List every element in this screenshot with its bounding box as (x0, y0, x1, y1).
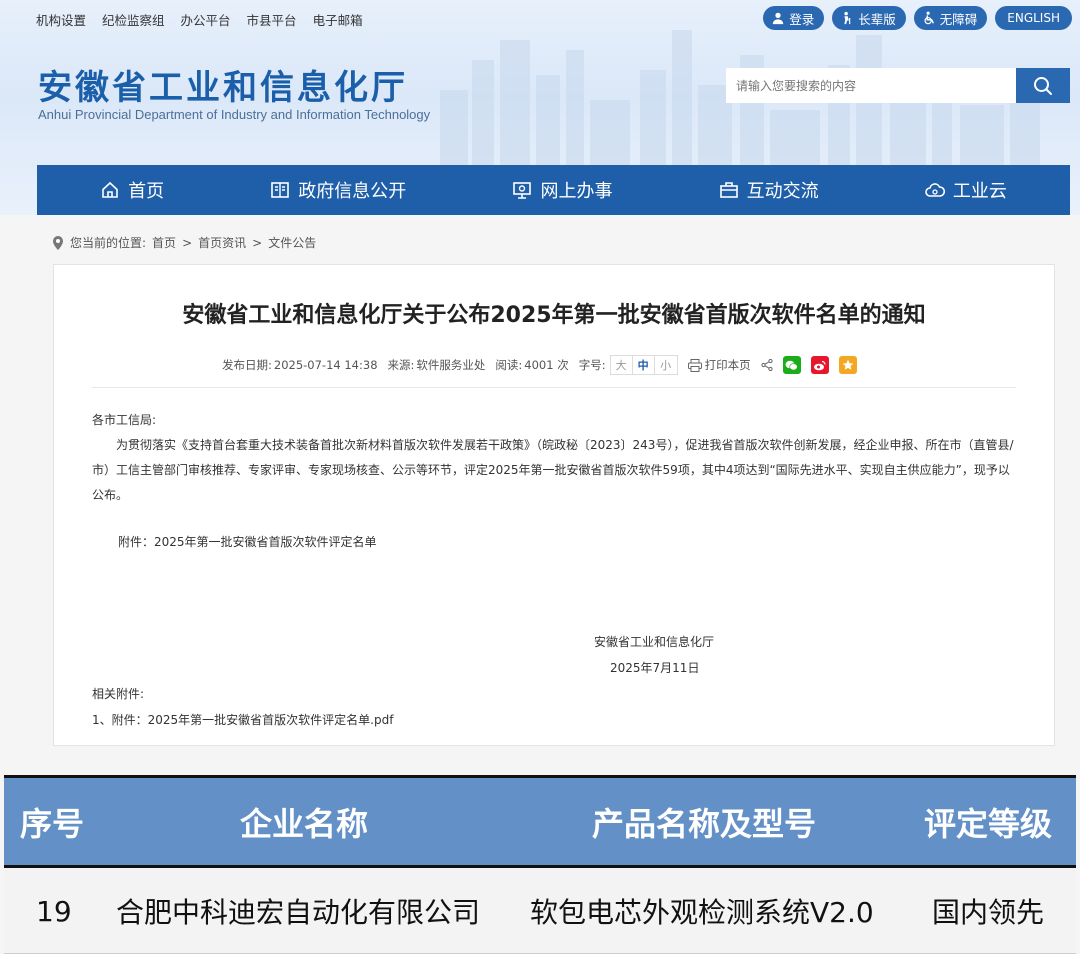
related-attachments-label: 相关附件: (92, 687, 145, 701)
top-link-org[interactable]: 机构设置 (36, 10, 86, 29)
signature-org: 安徽省工业和信息化厅 (594, 635, 715, 649)
header-company: 企业名称 (240, 804, 369, 843)
article-paragraph: 为贯彻落实《支持首台套重大技术装备首批次新材料首版次软件发展若干政策》（皖政秘〔… (92, 438, 1014, 502)
source-label: 来源: (387, 358, 415, 372)
page: 机构设置 纪检监察组 办公平台 市县平台 电子邮箱 登录 长辈版 无障碍 ENG… (0, 0, 1080, 954)
header-product: 产品名称及型号 (592, 804, 817, 843)
nav-item-label: 工业云 (952, 181, 1007, 202)
nav-item-label: 政府信息公开 (298, 181, 407, 202)
article-panel: 安徽省工业和信息化厅关于公布2025年第一批安徽省首版次软件名单的通知 发布日期… (53, 264, 1055, 746)
qzone-share-icon[interactable] (838, 356, 857, 374)
top-link-city[interactable]: 市县平台 (247, 10, 297, 29)
cell-index: 19 (36, 894, 72, 928)
user-icon (772, 12, 784, 25)
weibo-share-icon[interactable] (810, 356, 829, 374)
top-links: 机构设置 纪检监察组 办公平台 市县平台 电子邮箱 (36, 10, 363, 29)
top-link-office[interactable]: 办公平台 (181, 10, 231, 29)
article-meta: 发布日期: 2025-07-14 14:38 来源: 软件服务业处 阅读: 40… (222, 355, 857, 375)
site-logo-title[interactable]: 安徽省工业和信息化厅 (38, 60, 408, 109)
header-index: 序号 (20, 804, 85, 843)
font-size-small[interactable]: 小 (655, 356, 677, 374)
nav-item-label: 网上办事 (540, 181, 613, 202)
home-icon (102, 181, 118, 198)
share-icon[interactable] (760, 359, 773, 371)
book-icon (271, 182, 290, 198)
table-header: 序号 企业名称 产品名称及型号 评定等级 (4, 775, 1076, 868)
top-link-email[interactable]: 电子邮箱 (313, 10, 363, 29)
nav-item-online-service[interactable]: 网上办事 (512, 177, 612, 203)
top-buttons: 登录 长辈版 无障碍 ENGLISH (763, 6, 1072, 30)
breadcrumb-separator: > (252, 235, 263, 250)
font-size-label: 字号: (578, 358, 606, 372)
source-value: 软件服务业处 (416, 358, 486, 372)
wechat-share-icon[interactable] (782, 356, 801, 374)
location-pin-icon (53, 235, 63, 250)
related-attachment-link[interactable]: 1、附件：2025年第一批安徽省首版次软件评定名单.pdf (92, 711, 393, 728)
cell-product: 软包电芯外观检测系统V2.0 (530, 896, 874, 929)
meta-divider (92, 387, 1016, 388)
nav-item-industry-cloud[interactable]: 工业云 (925, 177, 1007, 203)
breadcrumb-prefix: 您当前的位置: (70, 236, 147, 250)
publish-date: 2025-07-14 14:38 (273, 358, 378, 372)
header-level: 评定等级 (924, 804, 1053, 843)
nav-item-label: 首页 (128, 181, 165, 202)
search-input[interactable] (726, 68, 1016, 103)
login-label: 登录 (789, 11, 815, 27)
english-label: ENGLISH (1007, 11, 1060, 25)
nav-item-interaction[interactable]: 互动交流 (719, 177, 819, 203)
cell-level: 国内领先 (932, 896, 1045, 929)
breadcrumb-separator: > (182, 235, 193, 250)
article-body: 各市工信局: 为贯彻落实《支持首台套重大技术装备首批次新材料首版次软件发展若干政… (92, 408, 1017, 508)
accessibility-label: 无障碍 (939, 11, 978, 27)
font-size-switcher: 大 中 小 (609, 355, 678, 375)
attachment-note: 附件：2025年第一批安徽省首版次软件评定名单 (118, 535, 377, 549)
breadcrumb-item-home[interactable]: 首页 (152, 234, 176, 251)
breadcrumb-item-notices[interactable]: 文件公告 (268, 234, 316, 251)
article-greeting: 各市工信局: (92, 413, 157, 427)
nav-item-label: 互动交流 (746, 181, 819, 202)
login-button[interactable]: 登录 (763, 6, 825, 30)
elder-mode-button[interactable]: 长辈版 (832, 6, 906, 30)
article-title: 安徽省工业和信息化厅关于公布2025年第一批安徽省首版次软件名单的通知 (182, 303, 926, 328)
monitor-icon (513, 182, 532, 199)
site-header: 机构设置 纪检监察组 办公平台 市县平台 电子邮箱 登录 长辈版 无障碍 ENG… (0, 0, 1080, 215)
search-button[interactable] (1016, 68, 1070, 103)
nav-item-gov-info[interactable]: 政府信息公开 (270, 177, 406, 203)
top-link-discipline[interactable]: 纪检监察组 (102, 10, 165, 29)
views-value: 4001 次 (524, 358, 569, 372)
cell-company: 合肥中科迪宏自动化有限公司 (116, 896, 481, 929)
printer-icon (687, 358, 702, 372)
search-icon (1034, 76, 1052, 95)
wheelchair-icon (924, 11, 934, 25)
breadcrumb: 您当前的位置: 首页 > 首页资讯 > 文件公告 (52, 234, 316, 251)
main-nav: 首页 政府信息公开 网上办事 互动交流 工业云 (37, 165, 1070, 215)
publish-date-label: 发布日期: (222, 358, 272, 372)
signature-date: 2025年7月11日 (610, 661, 700, 675)
breadcrumb-item-news[interactable]: 首页资讯 (198, 234, 246, 251)
elder-icon (844, 11, 851, 25)
accessibility-button[interactable]: 无障碍 (913, 6, 988, 30)
search-bar (726, 68, 1070, 103)
evaluation-table: 序号 企业名称 产品名称及型号 评定等级 19 合肥中科迪宏自动化有限公司 软包… (0, 773, 1080, 954)
nav-item-home[interactable]: 首页 (100, 177, 164, 203)
views-label: 阅读: (495, 358, 523, 372)
cloud-icon (925, 183, 945, 197)
print-label: 打印本页 (704, 358, 751, 372)
elder-mode-label: 长辈版 (858, 11, 896, 27)
table-row: 19 合肥中科迪宏自动化有限公司 软包电芯外观检测系统V2.0 国内领先 (4, 868, 1076, 954)
print-button[interactable]: 打印本页 (687, 357, 751, 373)
site-logo-subtitle: Anhui Provincial Department of Industry … (38, 107, 431, 122)
font-size-large[interactable]: 大 (611, 356, 633, 374)
briefcase-icon (719, 182, 738, 198)
english-button[interactable]: ENGLISH (995, 6, 1072, 30)
font-size-medium[interactable]: 中 (633, 356, 655, 374)
